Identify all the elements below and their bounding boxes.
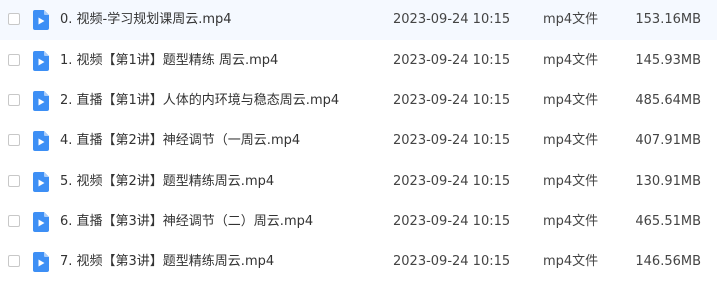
- file-type: mp4文件: [543, 174, 599, 189]
- file-type: mp4文件: [543, 133, 599, 148]
- file-row[interactable]: 0. 视频-学习规划课周云.mp4 2023-09-24 10:15 mp4文件…: [0, 0, 717, 40]
- file-row[interactable]: 5. 视频【第2讲】题型精练周云.mp4 2023-09-24 10:15 mp…: [0, 162, 717, 202]
- file-size: 153.16MB: [635, 12, 701, 27]
- file-row[interactable]: 4. 直播【第2讲】神经调节（一周云.mp4 2023-09-24 10:15 …: [0, 121, 717, 161]
- file-name[interactable]: 4. 直播【第2讲】神经调节（一周云.mp4: [60, 132, 300, 150]
- file-type: mp4文件: [543, 254, 599, 269]
- file-type: mp4文件: [543, 12, 599, 27]
- file-type: mp4文件: [543, 53, 599, 68]
- row-checkbox[interactable]: [8, 134, 20, 146]
- video-file-icon: [33, 252, 49, 272]
- file-name[interactable]: 7. 视频【第3讲】题型精练周云.mp4: [60, 253, 274, 271]
- row-checkbox[interactable]: [8, 94, 20, 106]
- file-modified-date: 2023-09-24 10:15: [393, 133, 511, 148]
- video-file-icon: [33, 10, 49, 30]
- row-checkbox[interactable]: [8, 175, 20, 187]
- file-modified-date: 2023-09-24 10:15: [393, 254, 511, 269]
- file-size: 130.91MB: [635, 174, 701, 189]
- file-name[interactable]: 2. 直播【第1讲】人体的内环境与稳态周云.mp4: [60, 92, 339, 110]
- row-checkbox[interactable]: [8, 13, 20, 25]
- video-file-icon: [33, 91, 49, 111]
- file-modified-date: 2023-09-24 10:15: [393, 214, 511, 229]
- file-name[interactable]: 0. 视频-学习规划课周云.mp4: [60, 11, 232, 29]
- file-name[interactable]: 6. 直播【第3讲】神经调节（二）周云.mp4: [60, 213, 313, 231]
- row-checkbox[interactable]: [8, 215, 20, 227]
- file-modified-date: 2023-09-24 10:15: [393, 93, 511, 108]
- file-modified-date: 2023-09-24 10:15: [393, 12, 511, 27]
- video-file-icon: [33, 212, 49, 232]
- file-type: mp4文件: [543, 93, 599, 108]
- file-row[interactable]: 6. 直播【第3讲】神经调节（二）周云.mp4 2023-09-24 10:15…: [0, 202, 717, 242]
- file-list: 0. 视频-学习规划课周云.mp4 2023-09-24 10:15 mp4文件…: [0, 0, 717, 285]
- video-file-icon: [33, 131, 49, 151]
- row-checkbox[interactable]: [8, 255, 20, 267]
- file-name[interactable]: 5. 视频【第2讲】题型精练周云.mp4: [60, 173, 274, 191]
- file-modified-date: 2023-09-24 10:15: [393, 53, 511, 68]
- file-size: 146.56MB: [635, 254, 701, 269]
- file-row[interactable]: 1. 视频【第1讲】题型精练 周云.mp4 2023-09-24 10:15 m…: [0, 41, 717, 81]
- file-row[interactable]: 2. 直播【第1讲】人体的内环境与稳态周云.mp4 2023-09-24 10:…: [0, 81, 717, 121]
- file-name[interactable]: 1. 视频【第1讲】题型精练 周云.mp4: [60, 52, 278, 70]
- row-checkbox[interactable]: [8, 54, 20, 66]
- file-type: mp4文件: [543, 214, 599, 229]
- video-file-icon: [33, 51, 49, 71]
- file-size: 145.93MB: [635, 53, 701, 68]
- file-row[interactable]: 7. 视频【第3讲】题型精练周云.mp4 2023-09-24 10:15 mp…: [0, 242, 717, 282]
- video-file-icon: [33, 172, 49, 192]
- file-size: 465.51MB: [635, 214, 701, 229]
- file-size: 485.64MB: [635, 93, 701, 108]
- file-size: 407.91MB: [635, 133, 701, 148]
- file-modified-date: 2023-09-24 10:15: [393, 174, 511, 189]
